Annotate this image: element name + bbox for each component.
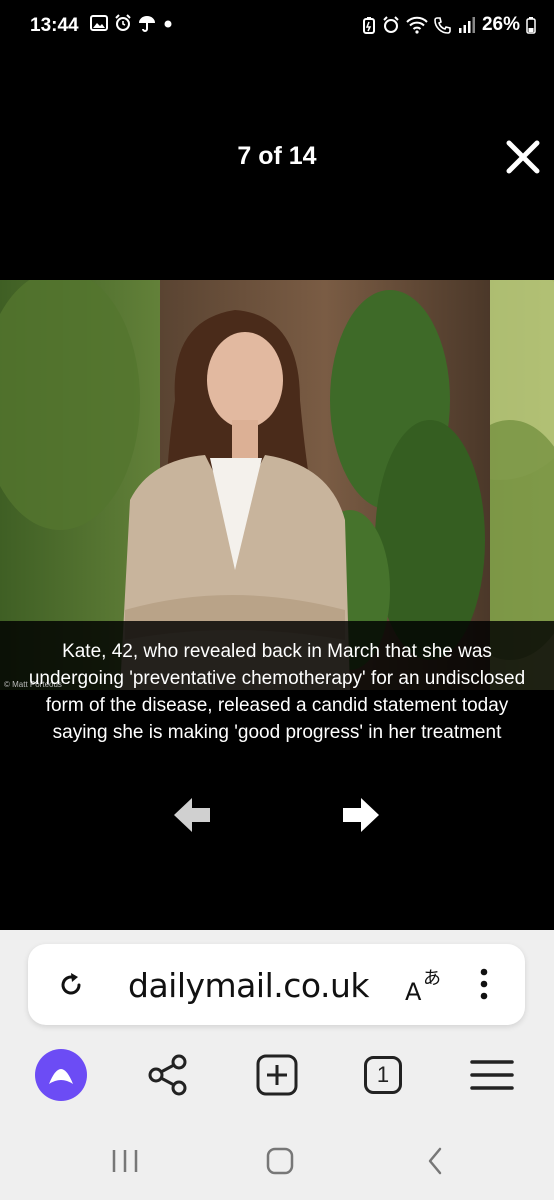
close-button[interactable] — [503, 137, 543, 177]
url-text[interactable]: dailymail.co.uk — [128, 966, 370, 1005]
svg-text:あ: あ — [423, 968, 441, 989]
reload-icon[interactable] — [57, 971, 85, 999]
url-bar[interactable]: dailymail.co.uk A あ — [28, 944, 525, 1025]
status-right: 26% — [362, 14, 536, 36]
wifi-call-icon — [434, 17, 451, 34]
recent-apps-icon — [112, 1150, 138, 1172]
gallery-caption: Kate, 42, who revealed back in March tha… — [28, 641, 526, 743]
status-left-icons — [90, 14, 174, 32]
assistant-icon — [35, 1049, 87, 1101]
new-tab-button[interactable] — [256, 1048, 312, 1104]
arrow-left-icon — [174, 798, 210, 832]
share-icon — [148, 1054, 187, 1096]
hamburger-menu-icon — [470, 1060, 514, 1090]
svg-text:A: A — [405, 978, 422, 1006]
battery-percentage: 26% — [481, 14, 520, 35]
more-options-icon[interactable] — [475, 964, 493, 1004]
alarm-icon — [383, 16, 399, 33]
signal-icon — [458, 17, 475, 33]
add-tab-icon — [256, 1054, 298, 1096]
battery-saver-icon — [362, 17, 375, 34]
browser-chrome: dailymail.co.uk A あ 1 — [0, 930, 554, 1200]
status-bar: 13:44 26% — [0, 0, 554, 52]
previous-button[interactable] — [172, 795, 212, 835]
back-icon — [428, 1147, 442, 1175]
home-icon — [266, 1147, 294, 1175]
gallery-counter: 7 of 14 — [237, 142, 317, 170]
battery-icon — [526, 17, 536, 34]
tabs-count: 1 — [376, 1062, 390, 1087]
alice-assistant-button[interactable] — [34, 1048, 90, 1104]
dot-icon — [164, 20, 172, 28]
recent-apps-button[interactable] — [106, 1142, 146, 1182]
status-time: 13:44 — [30, 15, 79, 36]
arrow-right-icon — [343, 798, 379, 832]
system-nav-bar — [0, 1130, 554, 1200]
close-icon — [506, 140, 540, 174]
wifi-icon — [406, 16, 428, 34]
menu-button[interactable] — [470, 1048, 526, 1104]
image-icon — [90, 15, 108, 31]
home-button[interactable] — [260, 1142, 300, 1182]
translate-icon[interactable]: A あ — [403, 962, 447, 1006]
alarm-icon — [115, 14, 131, 31]
umbrella-icon — [139, 16, 155, 32]
share-button[interactable] — [146, 1048, 202, 1104]
next-button[interactable] — [341, 795, 381, 835]
tabs-button[interactable]: 1 — [364, 1056, 420, 1112]
back-button[interactable] — [418, 1142, 458, 1182]
bottom-toolbar: 1 — [0, 1048, 554, 1108]
